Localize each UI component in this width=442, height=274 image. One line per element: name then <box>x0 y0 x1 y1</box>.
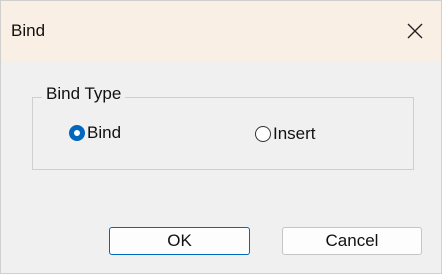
ok-button[interactable]: OK <box>109 227 250 255</box>
close-button[interactable] <box>393 1 441 61</box>
title-bar[interactable]: Bind <box>1 1 441 61</box>
bind-type-legend: Bind Type <box>42 84 126 104</box>
radio-checked-icon <box>69 125 85 141</box>
radio-insert[interactable]: Insert <box>255 124 316 144</box>
window-title: Bind <box>11 21 46 40</box>
radio-bind[interactable]: Bind <box>69 123 121 143</box>
bind-dialog: Bind Bind Type Bind Insert OK Cancel <box>0 0 442 274</box>
radio-unchecked-icon <box>255 126 271 142</box>
radio-insert-label: Insert <box>273 124 316 143</box>
radio-bind-label: Bind <box>87 123 122 142</box>
cancel-button[interactable]: Cancel <box>282 227 422 255</box>
close-icon <box>407 23 423 39</box>
